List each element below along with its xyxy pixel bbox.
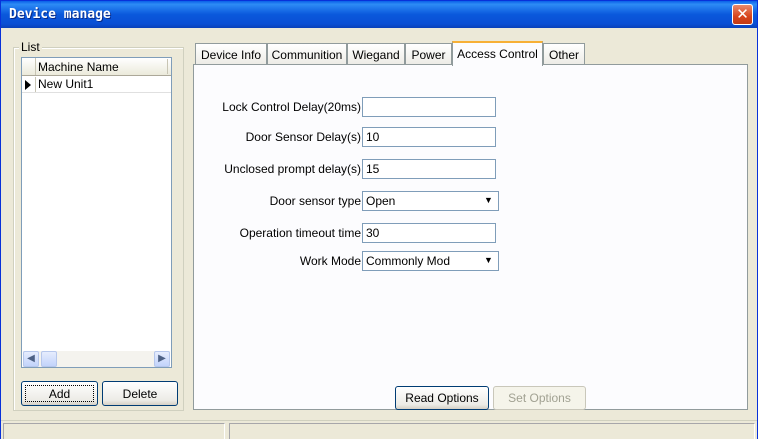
scroll-thumb[interactable]: [41, 351, 57, 367]
door-sensor-type-label: Door sensor type: [269, 194, 361, 208]
delete-button[interactable]: Delete: [102, 381, 178, 406]
tab-power[interactable]: Power: [405, 43, 452, 65]
title-bar[interactable]: Device manage ✕: [1, 1, 757, 28]
unclosed-prompt-delay-input[interactable]: 15: [362, 159, 496, 179]
list-header: Machine Name: [22, 58, 171, 76]
scroll-left-icon[interactable]: ◀: [23, 351, 39, 367]
chevron-down-icon[interactable]: ▼: [480, 193, 497, 209]
device-manage-window: Device manage ✕ List Machine Name New Un…: [0, 0, 758, 439]
tab-wiegand[interactable]: Wiegand: [347, 43, 405, 65]
chevron-down-icon[interactable]: ▼: [480, 253, 497, 269]
door-sensor-type-select[interactable]: Open ▼: [362, 191, 499, 211]
machine-list[interactable]: Machine Name New Unit1 ◀ ▶: [21, 57, 172, 368]
focus-ring: [25, 385, 94, 402]
header-indicator-cell: [22, 58, 36, 75]
unclosed-prompt-delay-label: Unclosed prompt delay(s): [224, 162, 361, 176]
operation-timeout-input[interactable]: 30: [362, 223, 496, 243]
tab-device-info[interactable]: Device Info: [195, 43, 267, 65]
status-bar: [1, 420, 757, 439]
scroll-right-icon[interactable]: ▶: [154, 351, 170, 367]
door-sensor-delay-input[interactable]: 10: [362, 127, 496, 147]
lock-delay-input[interactable]: [362, 97, 496, 117]
horizontal-scrollbar[interactable]: ◀ ▶: [23, 351, 170, 367]
work-mode-value: Commonly Mod: [366, 254, 451, 268]
work-mode-label: Work Mode: [299, 254, 361, 268]
set-options-button[interactable]: Set Options: [493, 386, 586, 410]
lock-delay-label: Lock Control Delay(20ms): [222, 100, 361, 114]
header-separator: [167, 59, 168, 74]
work-mode-select[interactable]: Commonly Mod ▼: [362, 251, 499, 271]
column-header-machine-name[interactable]: Machine Name: [38, 60, 119, 74]
door-sensor-type-value: Open: [366, 194, 396, 208]
list-legend: List: [19, 40, 42, 54]
access-control-panel: Lock Control Delay(20ms) Door Sensor Del…: [193, 64, 748, 410]
list-item[interactable]: New Unit1: [22, 77, 171, 93]
row-indicator-cell: [22, 77, 36, 92]
door-sensor-delay-label: Door Sensor Delay(s): [245, 130, 361, 144]
close-icon[interactable]: ✕: [732, 4, 753, 25]
status-panel-right: [229, 423, 755, 439]
tab-other[interactable]: Other: [543, 43, 585, 65]
window-title: Device manage: [9, 7, 111, 22]
list-item-label: New Unit1: [38, 77, 94, 91]
tab-access-control[interactable]: Access Control: [452, 41, 543, 66]
tab-communition[interactable]: Communition: [267, 43, 347, 65]
read-options-button[interactable]: Read Options: [395, 386, 489, 410]
current-row-arrow-icon: [25, 80, 31, 90]
add-button[interactable]: Add: [21, 381, 98, 406]
status-panel-left: [3, 423, 225, 439]
operation-timeout-label: Operation timeout time: [239, 226, 361, 240]
